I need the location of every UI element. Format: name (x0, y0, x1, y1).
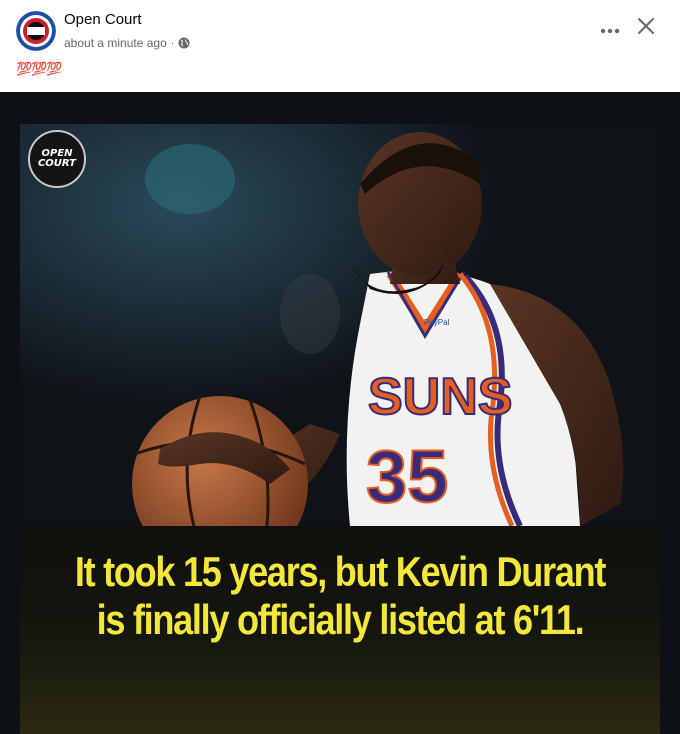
close-icon (637, 17, 655, 40)
more-options-button[interactable] (596, 16, 624, 44)
headline-line-1: It took 15 years, but Kevin Durant (74, 548, 606, 595)
player-photo: SUNS 35 PayPal OPEN COURT (20, 124, 660, 526)
jersey-sponsor-text: PayPal (424, 318, 450, 327)
globe-icon (178, 37, 190, 49)
page-avatar[interactable] (16, 11, 56, 51)
logo-text-line2: COURT (37, 158, 77, 169)
meta-separator: · (170, 37, 175, 49)
headline-line-2: is finally officially listed at 6'11. (96, 596, 585, 643)
more-horizontal-icon (600, 21, 620, 39)
post-image[interactable]: SUNS 35 PayPal OPEN COURT It took 15 yea… (0, 92, 680, 734)
jersey-team-text: SUNS (368, 368, 512, 426)
photo-illustration: SUNS 35 PayPal (20, 124, 660, 526)
post-caption: 💯💯💯 (16, 62, 63, 77)
post-meta: about a minute ago · (64, 36, 190, 50)
headline: It took 15 years, but Kevin Durant is fi… (65, 548, 615, 644)
page-name[interactable]: Open Court (64, 11, 142, 28)
headline-band: It took 15 years, but Kevin Durant is fi… (20, 526, 660, 734)
post-timestamp[interactable]: about a minute ago (64, 36, 167, 50)
open-court-logo: OPEN COURT (28, 130, 86, 188)
close-button[interactable] (632, 14, 660, 42)
post-header: Open Court about a minute ago · 💯💯💯 (0, 0, 680, 92)
jersey-number-text: 35 (366, 435, 448, 518)
